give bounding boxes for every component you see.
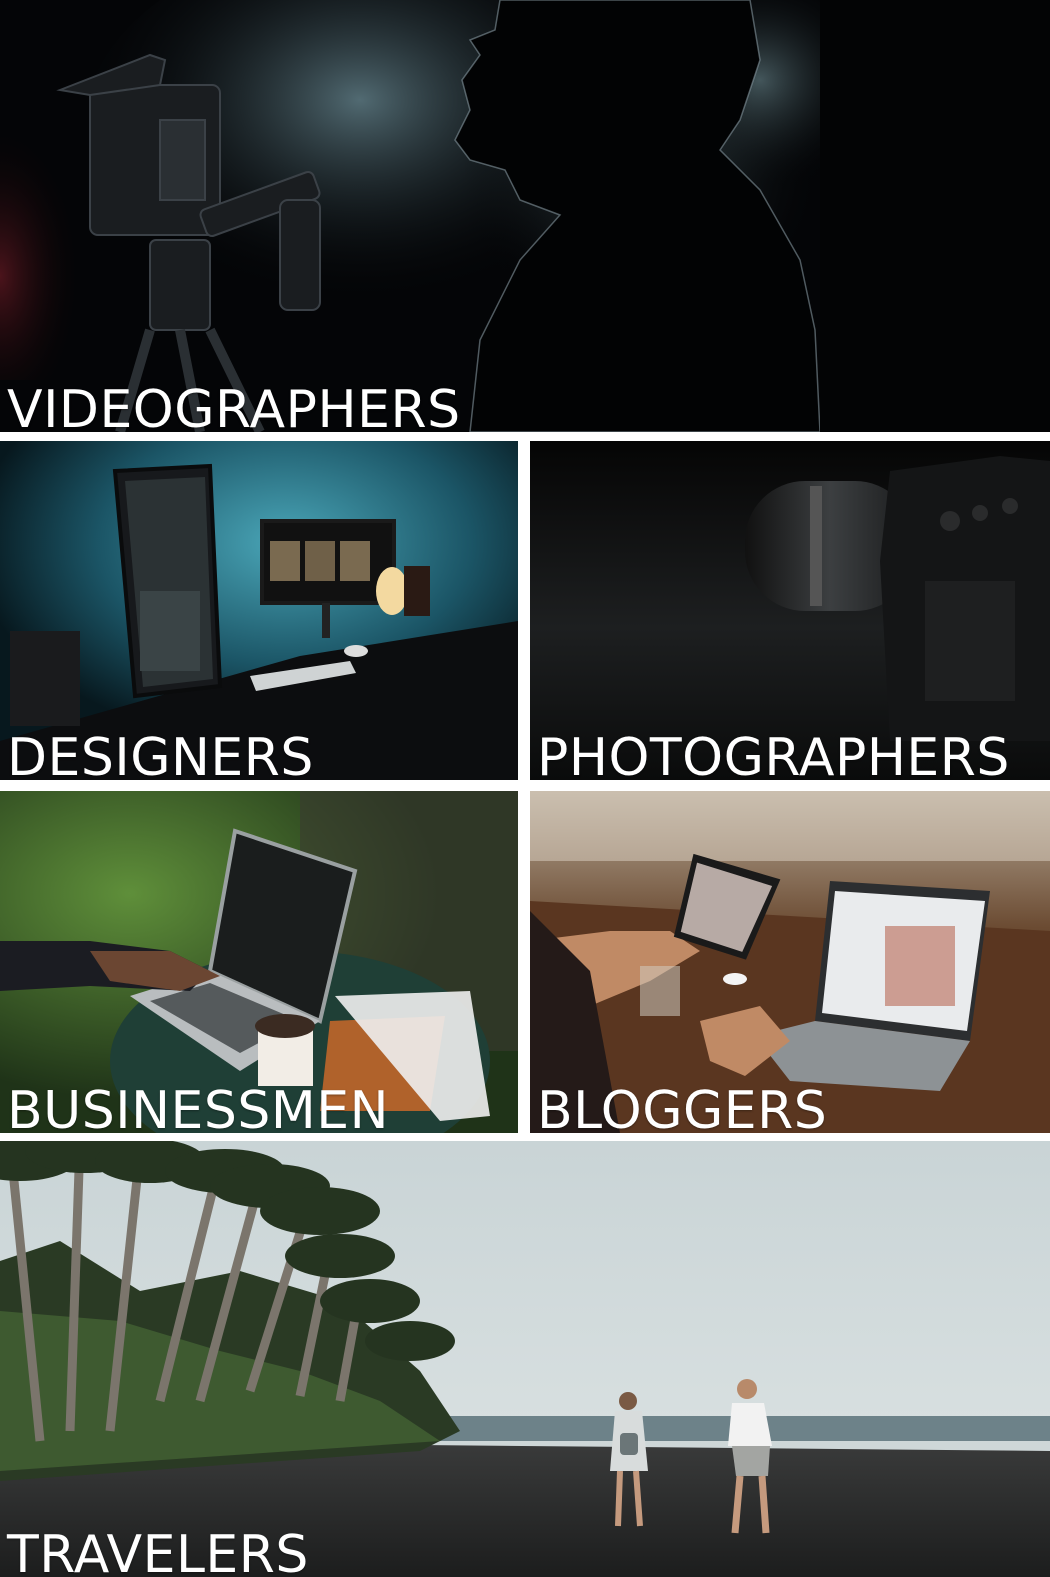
tile-videographers[interactable]: VIDEOGRAPHERS [0, 0, 1050, 432]
label-businessmen: BUSINESSMEN [7, 1081, 389, 1133]
tile-businessmen[interactable]: BUSINESSMEN [0, 791, 518, 1133]
tile-designers[interactable]: DESIGNERS [0, 441, 518, 780]
tile-photographers[interactable]: PHOTOGRAPHERS [530, 441, 1050, 780]
tile-bloggers[interactable]: BLOGGERS [530, 791, 1050, 1133]
label-photographers: PHOTOGRAPHERS [537, 728, 1010, 780]
tile-travelers[interactable]: TRAVELERS [0, 1141, 1050, 1577]
beach-travelers-photo [0, 1141, 1050, 1577]
label-videographers: VIDEOGRAPHERS [7, 380, 461, 432]
label-designers: DESIGNERS [7, 728, 314, 780]
videographer-photo [0, 0, 1050, 432]
label-travelers: TRAVELERS [7, 1525, 309, 1577]
label-bloggers: BLOGGERS [537, 1081, 828, 1133]
